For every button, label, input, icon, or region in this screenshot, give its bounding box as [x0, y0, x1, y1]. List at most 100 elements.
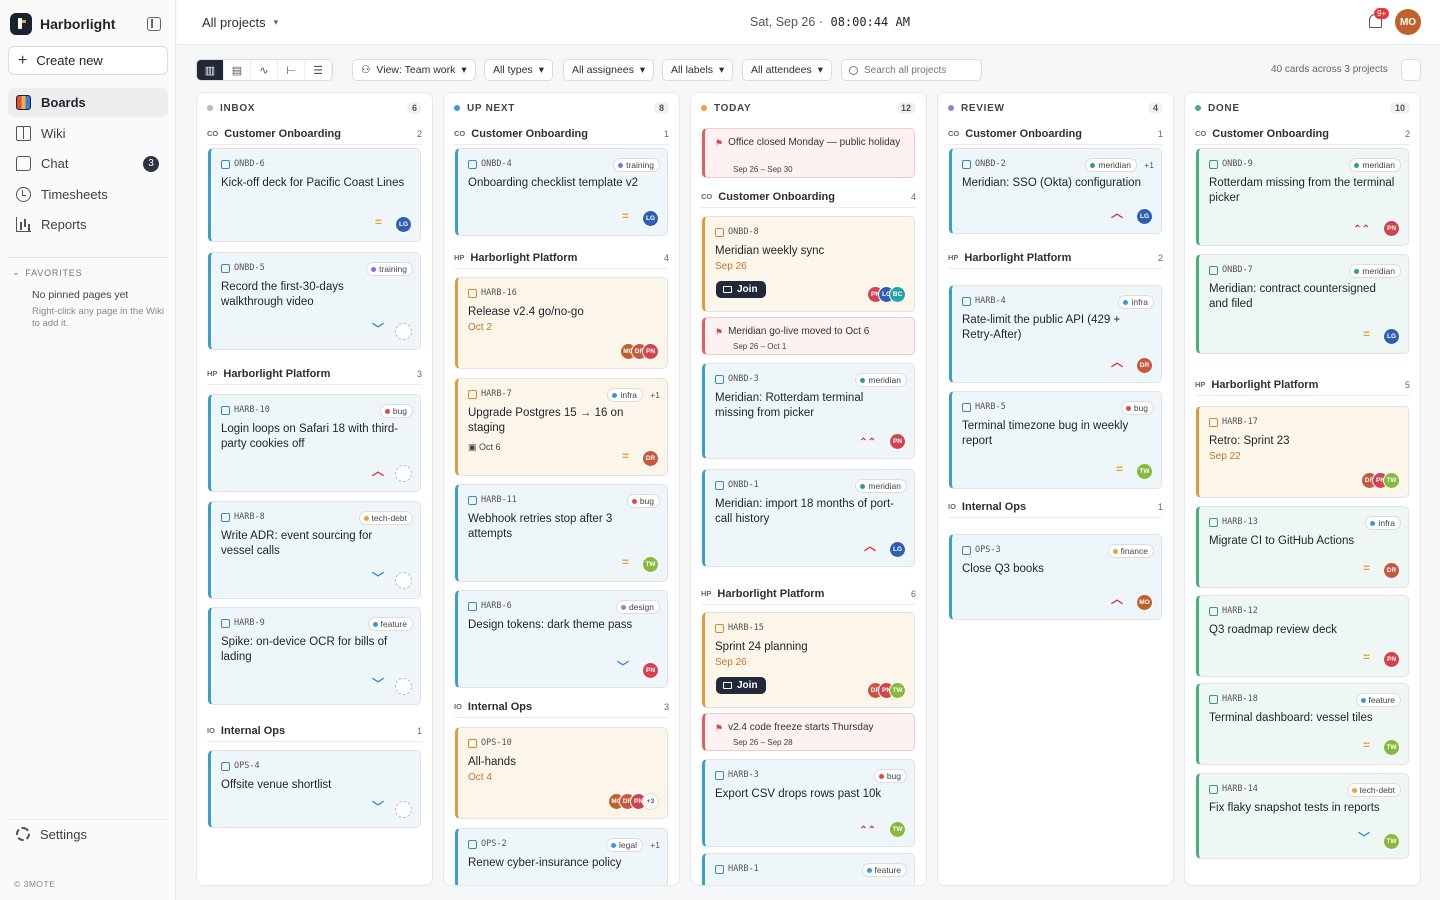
- task-card[interactable]: OPS-3 finance Close Q3 books ︿ MO: [949, 534, 1162, 620]
- timeline-view-icon[interactable]: ⊢: [278, 60, 305, 80]
- tag-text: infra: [1378, 518, 1395, 528]
- task-card[interactable]: HARB-6 design Design tokens: dark theme pa…: [455, 590, 668, 688]
- calendar-event[interactable]: ⚑ v2.4 code freeze starts Thursday Sep 26 …: [702, 713, 915, 751]
- task-card[interactable]: HARB-4 infra Rate-limit the public API (42…: [949, 285, 1162, 383]
- task-card[interactable]: HARB-16 Release v2.4 go/no-go Oct 2 MO DR PN: [455, 277, 668, 369]
- task-card[interactable]: ONBD-9 meridian Rotterdam missing from the…: [1196, 148, 1409, 246]
- task-card[interactable]: ONBD-2 meridian +1 Meridian: SSO (Okta) con…: [949, 148, 1162, 234]
- join-button[interactable]: Join: [716, 677, 766, 694]
- task-card[interactable]: OPS-2 legal +1 Renew cyber-insurance policy: [455, 828, 668, 885]
- task-card[interactable]: ONBD-7 meridian Meridian: contract counter…: [1196, 254, 1409, 354]
- task-icon: [1209, 784, 1218, 794]
- task-icon: [715, 480, 724, 490]
- task-card[interactable]: HARB-15 Sprint 24 planning Sep 26 Join DR PN T…: [702, 612, 915, 708]
- search-input[interactable]: [864, 64, 974, 76]
- task-card[interactable]: ONBD-1 meridian Meridian: import 18 months…: [702, 469, 915, 567]
- column-title: REVIEW: [961, 102, 1005, 114]
- sidebar-item-wiki[interactable]: Wiki: [8, 119, 168, 148]
- task-card[interactable]: HARB-18 feature Terminal dashboard: vessel…: [1196, 683, 1409, 765]
- user-avatar[interactable]: MO: [1395, 9, 1421, 35]
- settings-button[interactable]: Settings: [8, 819, 168, 848]
- task-card[interactable]: HARB-17 Retro: Sprint 23 Sep 22 DR PN TW: [1196, 406, 1409, 498]
- column-body: CO Customer Onboarding 1 ONBD-2 meridian +1 Me…: [938, 123, 1173, 885]
- assignee-avatar: LG: [1136, 208, 1153, 225]
- attendees-filter[interactable]: All attendees ▾: [742, 59, 832, 81]
- unassigned-avatar[interactable]: [395, 678, 412, 695]
- view-selector[interactable]: ⚇ View: Team work ▾: [352, 59, 476, 81]
- sidebar-item-boards[interactable]: Boards: [8, 88, 168, 117]
- group-header[interactable]: IO Internal Ops 1: [948, 496, 1163, 518]
- project-selector[interactable]: All projects ▾: [202, 15, 278, 30]
- task-card[interactable]: ONBD-4 training Onboarding checklist templ…: [455, 148, 668, 236]
- task-card[interactable]: HARB-9 feature Spike: on-device OCR for bi…: [208, 607, 421, 705]
- group-header[interactable]: CO Customer Onboarding 2: [1195, 123, 1410, 145]
- types-filter[interactable]: All types ▾: [484, 59, 553, 81]
- group-header[interactable]: IO Internal Ops 3: [454, 696, 669, 718]
- task-card[interactable]: HARB-7 infra +1 Upgrade Postgres 15 → 16 on…: [455, 378, 668, 476]
- task-icon: [715, 864, 724, 874]
- task-card[interactable]: HARB-3 bug Export CSV drops rows past 10k ⌃…: [702, 759, 915, 847]
- unassigned-avatar[interactable]: [395, 465, 412, 482]
- card-title: Meridian: import 18 months of port-call …: [715, 498, 894, 525]
- task-card[interactable]: OPS-4 Offsite venue shortlist ﹀: [208, 750, 421, 828]
- join-button[interactable]: Join: [716, 281, 766, 298]
- group-header[interactable]: HP Harborlight Platform 3: [207, 363, 422, 385]
- assignee-avatar: LG: [1383, 328, 1400, 345]
- task-card[interactable]: HARB-11 bug Webhook retries stop after 3 a…: [455, 484, 668, 582]
- priority-low-icon: ﹀: [371, 571, 384, 585]
- group-header[interactable]: CO Customer Onboarding 2: [207, 123, 422, 145]
- table-view-icon[interactable]: ▤: [224, 60, 251, 80]
- task-card[interactable]: ONBD-8 Meridian weekly sync Sep 26 Join PN LG…: [702, 216, 915, 312]
- task-card[interactable]: ONBD-5 training Record the first-30-days w…: [208, 252, 421, 350]
- task-card[interactable]: HARB-10 bug Login loops on Safari 18 with …: [208, 394, 421, 492]
- task-card[interactable]: HARB-13 infra Migrate CI to GitHub Actions…: [1196, 506, 1409, 588]
- top-bar: All projects ▾ Sat, Sep 26 · 08:00:44 AM …: [177, 0, 1440, 45]
- labels-filter[interactable]: All labels ▾: [662, 59, 734, 81]
- tag-dot: [371, 266, 377, 272]
- task-card[interactable]: HARB-8 tech-debt Write ADR: event sourcing…: [208, 501, 421, 599]
- group-header[interactable]: CO Customer Onboarding 4: [701, 186, 916, 208]
- priority-medium-icon: =: [1362, 738, 1370, 752]
- calendar-event[interactable]: ⚑ Office closed Monday — public holiday Se…: [702, 128, 915, 178]
- card-id-text: OPS-10: [481, 738, 512, 748]
- tag-dot: [372, 621, 378, 627]
- task-card[interactable]: HARB-5 bug Terminal timezone bug in weekly…: [949, 391, 1162, 489]
- sidebar-item-reports[interactable]: Reports: [8, 210, 168, 239]
- card-id: HARB-10: [221, 405, 270, 415]
- favorites-toggle[interactable]: ⌄ FAVORITES: [8, 267, 168, 278]
- task-card[interactable]: HARB-1 feature: [702, 853, 915, 885]
- label-tag: meridian: [1349, 264, 1401, 278]
- calendar-event[interactable]: ⚑ Meridian go-live moved to Oct 6 Sep 26 –…: [702, 317, 915, 355]
- unassigned-avatar[interactable]: [395, 572, 412, 589]
- sidebar-item-chat[interactable]: Chat 3: [8, 149, 168, 178]
- board-settings-icon[interactable]: [1401, 59, 1421, 81]
- group-header[interactable]: HP Harborlight Platform 4: [454, 247, 669, 269]
- chart-view-icon[interactable]: ∿: [251, 60, 278, 80]
- group-header[interactable]: HP Harborlight Platform 6: [701, 583, 916, 605]
- card-id: HARB-16: [468, 288, 517, 298]
- collapse-sidebar-icon[interactable]: [147, 17, 161, 31]
- tag-text: meridian: [868, 481, 901, 491]
- group-header[interactable]: CO Customer Onboarding 1: [948, 123, 1163, 145]
- sidebar-item-timesheets[interactable]: Timesheets: [8, 180, 168, 209]
- task-card[interactable]: ONBD-3 meridian Meridian: Rotterdam termin…: [702, 363, 915, 459]
- label-tag: infra: [1365, 516, 1401, 530]
- unassigned-avatar[interactable]: [395, 801, 412, 818]
- task-card[interactable]: ONBD-6 Kick-off deck for Pacific Coast Li…: [208, 148, 421, 242]
- unassigned-avatar[interactable]: [395, 323, 412, 340]
- create-new-button[interactable]: + Create new: [8, 46, 168, 75]
- task-card[interactable]: HARB-12 Q3 roadmap review deck = PN: [1196, 595, 1409, 677]
- task-card[interactable]: OPS-10 All-hands Oct 4 MO DR PN +3: [455, 727, 668, 819]
- group-header[interactable]: HP Harborlight Platform 5: [1195, 374, 1410, 396]
- card-title: Migrate CI to GitHub Actions: [1209, 535, 1355, 547]
- tag-text: infra: [1131, 297, 1148, 307]
- group-header[interactable]: IO Internal Ops 1: [207, 720, 422, 742]
- board-view-icon[interactable]: ▥: [197, 60, 224, 80]
- priority-high-icon: ︿: [1110, 206, 1123, 220]
- group-header[interactable]: HP Harborlight Platform 2: [948, 247, 1163, 269]
- task-card[interactable]: HARB-14 tech-debt Fix flaky snapshot tests…: [1196, 773, 1409, 859]
- assignees-filter[interactable]: All assignees ▾: [563, 59, 655, 81]
- list-view-icon[interactable]: ☰: [305, 60, 332, 80]
- group-header[interactable]: CO Customer Onboarding 1: [454, 123, 669, 145]
- brand[interactable]: Harborlight: [10, 13, 115, 35]
